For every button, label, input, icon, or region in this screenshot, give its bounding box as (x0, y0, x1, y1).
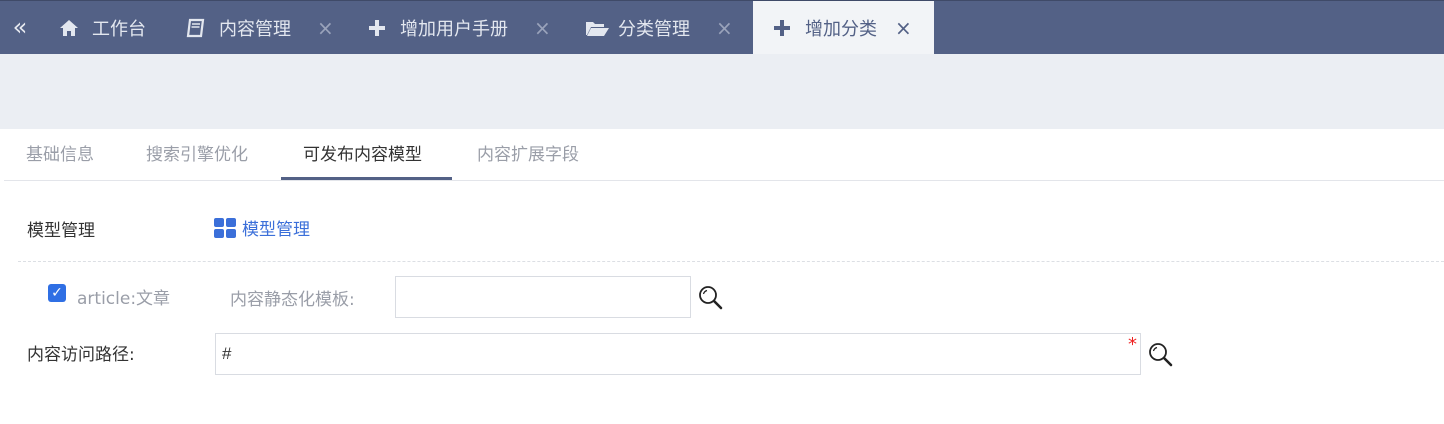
plus-icon (366, 17, 388, 39)
tab-label: 内容管理 (219, 19, 291, 40)
tab-seo[interactable]: 搜索引擎优化 (146, 129, 248, 181)
tab-extended-fields[interactable]: 内容扩展字段 (477, 129, 579, 181)
tab-category-management[interactable]: 分类管理 × (584, 1, 733, 55)
book-icon (185, 17, 207, 39)
required-mark: * (1128, 334, 1137, 355)
tab-content-management[interactable]: 内容管理 × (185, 1, 334, 55)
tab-publishable-models[interactable]: 可发布内容模型 (303, 129, 422, 181)
tab-workbench[interactable]: 工作台 (58, 1, 146, 55)
model-management-link[interactable]: 模型管理 (214, 215, 310, 240)
form-tabs: 基础信息 搜索引擎优化 可发布内容模型 内容扩展字段 (4, 129, 1444, 181)
divider (18, 261, 1444, 262)
close-icon[interactable]: × (317, 16, 334, 40)
access-path-label: 内容访问路径: (27, 345, 135, 365)
model-management-link-label: 模型管理 (242, 220, 310, 240)
static-template-label: 内容静态化模板: (230, 290, 355, 310)
close-icon[interactable]: × (534, 16, 551, 40)
tab-label: 分类管理 (618, 19, 690, 40)
tab-basic-info[interactable]: 基础信息 (26, 129, 94, 181)
collapse-sidebar-icon[interactable]: « (8, 14, 32, 42)
close-icon[interactable]: × (716, 16, 733, 40)
home-icon (58, 17, 80, 39)
tab-label: 增加用户手册 (400, 19, 508, 40)
active-tab-indicator (281, 177, 452, 180)
static-template-input[interactable] (395, 276, 691, 318)
search-template-icon[interactable] (698, 285, 724, 311)
grid-icon (214, 217, 236, 238)
close-icon[interactable]: × (895, 16, 912, 40)
model-management-label: 模型管理 (27, 221, 95, 241)
tab-add-category[interactable]: 增加分类 × (753, 1, 934, 55)
top-tab-bar: « 工作台 内容管理 × 增加用户手册 × 分类管理 × 增加分类 × (0, 0, 1444, 55)
model-article-checkbox[interactable]: ✓ (48, 284, 66, 302)
header-band (0, 54, 1444, 129)
tab-add-user-manual[interactable]: 增加用户手册 × (366, 1, 551, 55)
tab-label: 工作台 (92, 19, 146, 40)
plus-icon (771, 17, 793, 39)
access-path-input[interactable] (215, 333, 1141, 375)
folder-open-icon (584, 17, 609, 39)
model-article-label: article:文章 (77, 289, 171, 309)
tab-label: 增加分类 (805, 19, 877, 40)
search-path-icon[interactable] (1148, 342, 1174, 368)
